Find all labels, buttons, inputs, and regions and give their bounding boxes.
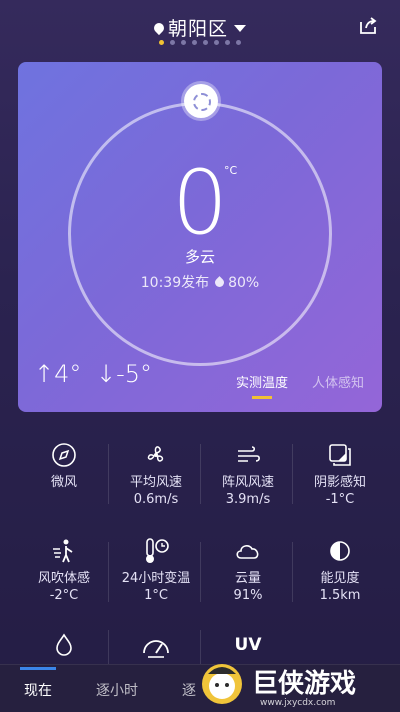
- publish-time: 10:39发布: [140, 275, 210, 291]
- visibility-icon: [330, 541, 350, 561]
- detail-wind-level: 微风: [18, 440, 110, 491]
- humidity-drop-icon: [213, 276, 226, 289]
- chevron-down-icon: [234, 25, 246, 32]
- watermark-graphic: 巨侠游戏 www.jxycdx.com: [202, 664, 356, 708]
- fan-icon: [147, 446, 164, 462]
- current-weather-card: 0 °C 多云 10:39发布 80% ↑4° ↓-5° 实测温度 人体感知: [18, 62, 382, 412]
- tab-daily[interactable]: 逐: [182, 680, 196, 700]
- detail-average-wind-speed: 平均风速 0.6m/s: [110, 440, 202, 508]
- detail-value: 1.5km: [319, 588, 361, 603]
- humidity-value: 80%: [228, 275, 260, 291]
- detail-wind-chill: 风吹体感 -2°C: [18, 536, 110, 604]
- weather-condition: 多云: [184, 248, 215, 266]
- page-dot: [170, 40, 175, 45]
- detail-gust-wind-speed: 阵风风速 3.9m/s: [202, 440, 294, 508]
- publish-info: 10:39发布 80%: [18, 272, 382, 292]
- compass-icon: [52, 443, 76, 467]
- wind-icon: [238, 446, 260, 462]
- detail-value: 91%: [233, 588, 263, 603]
- detail-label: 微风: [50, 475, 77, 490]
- tab-feels-like[interactable]: 人体感知: [312, 372, 364, 391]
- detail-cloud-cover: 云量 91%: [202, 536, 294, 604]
- page-dot: [192, 40, 197, 45]
- detail-pressure: [110, 630, 202, 664]
- page-dot: [203, 40, 208, 45]
- page-dot: [159, 40, 164, 45]
- current-temperature: 0: [172, 151, 228, 254]
- thermometer-clock-icon: [146, 538, 169, 563]
- person-wind-icon: [53, 539, 73, 563]
- gauge-icon: [143, 640, 169, 658]
- low-temperature: ↓-5°: [96, 360, 153, 388]
- ring-knob[interactable]: [184, 84, 218, 118]
- detail-label: 阴影感知: [313, 475, 366, 490]
- tab-now[interactable]: 现在: [20, 667, 56, 700]
- detail-label: 阵风风速: [221, 475, 274, 490]
- detail-label: 云量: [234, 571, 261, 586]
- detail-shade-feel: 阴影感知 -1°C: [294, 440, 386, 508]
- detail-visibility: 能见度 1.5km: [294, 536, 386, 604]
- detail-24h-temperature-change: 24小时变温 1°C: [110, 536, 202, 604]
- detail-value: 3.9m/s: [225, 492, 271, 507]
- page-dot: [225, 40, 230, 45]
- watermark-logo: 巨侠游戏 www.jxycdx.com: [198, 658, 384, 708]
- svg-text:巨侠游戏: 巨侠游戏: [252, 668, 356, 699]
- page-dot: [236, 40, 241, 45]
- detail-label: 平均风速: [129, 475, 182, 490]
- detail-label: 能见度: [320, 571, 360, 586]
- page-indicator: [0, 40, 400, 45]
- cloud-icon: [236, 545, 259, 559]
- detail-humidity: [18, 630, 110, 664]
- location-pin-icon: [151, 20, 167, 36]
- location-name: 朝阳区: [167, 18, 228, 40]
- detail-value: -1°C: [325, 492, 355, 507]
- temperature-unit: °C: [224, 164, 238, 177]
- tab-measured-temperature[interactable]: 实测温度: [236, 372, 288, 399]
- shade-icon: [329, 444, 351, 466]
- uv-icon: UV: [234, 635, 262, 655]
- top-bar: 朝阳区: [0, 0, 400, 56]
- detail-value: -2°C: [49, 588, 79, 603]
- drop-icon: [56, 633, 72, 656]
- page-dot: [181, 40, 186, 45]
- high-temperature: ↑4°: [34, 360, 82, 388]
- location-selector[interactable]: 朝阳区: [0, 14, 400, 41]
- tab-hourly[interactable]: 逐小时: [96, 680, 138, 700]
- detail-value: 1°C: [144, 588, 168, 603]
- detail-value: 0.6m/s: [133, 492, 179, 507]
- svg-text:www.jxycdx.com: www.jxycdx.com: [260, 698, 335, 708]
- detail-label: 24小时变温: [121, 571, 191, 586]
- share-icon[interactable]: [358, 16, 378, 36]
- detail-label: 风吹体感: [37, 571, 90, 586]
- page-dot: [214, 40, 219, 45]
